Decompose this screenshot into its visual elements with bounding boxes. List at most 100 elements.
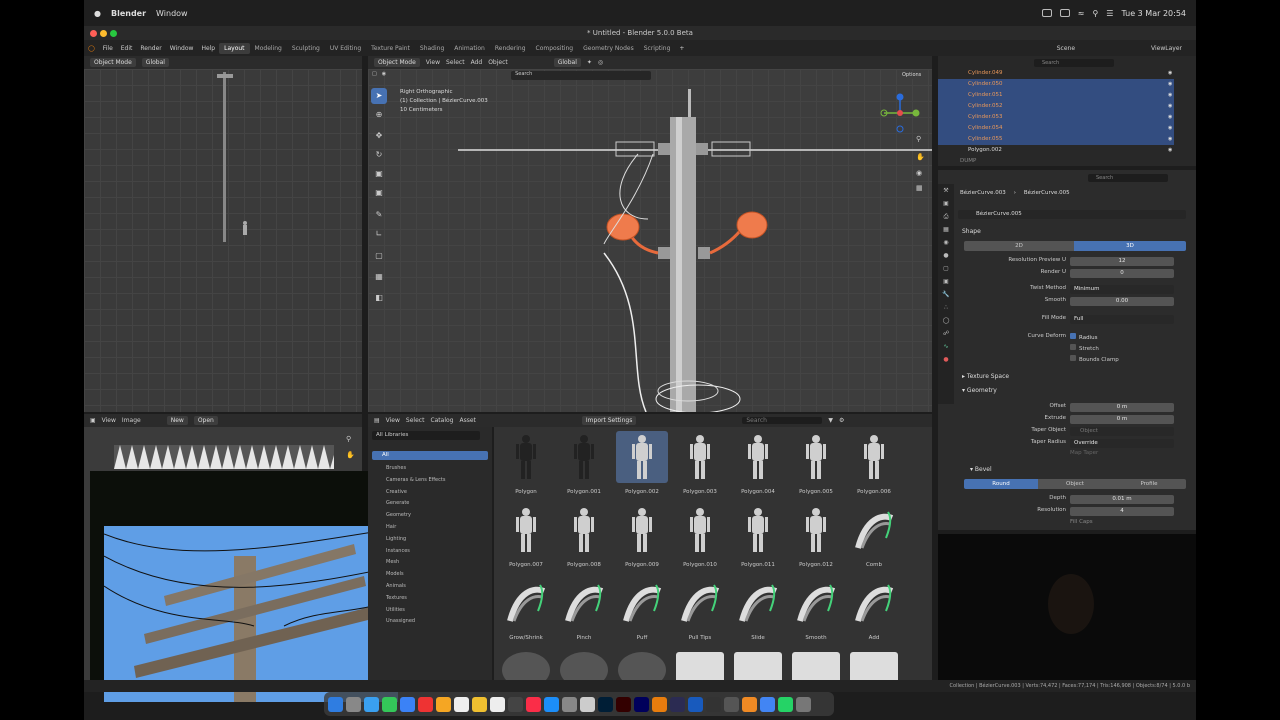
zoom-window-icon[interactable] [110,30,117,37]
left-mode-dropdown[interactable]: Object Mode [90,58,136,67]
catalog-item[interactable]: Utilities [386,605,445,617]
menu-edit[interactable]: Edit [117,45,137,52]
launchpad-icon[interactable] [346,696,361,712]
app-icon[interactable] [724,696,739,712]
viewport-menu-view[interactable]: View [426,59,440,66]
open-image-button[interactable]: Open [193,416,218,425]
image-editor-type-icon[interactable]: ▣ [90,417,96,424]
asset-item[interactable]: Polygon.011 [732,504,784,568]
collection-tab-icon[interactable]: ▢ [938,262,954,275]
viewport-menu-add[interactable]: Add [471,59,483,66]
tab-modeling[interactable]: Modeling [250,43,287,54]
mail-icon[interactable] [400,696,415,712]
asset-menu-view[interactable]: View [386,417,400,424]
calendar-icon[interactable] [454,696,469,712]
left-3d-viewport[interactable] [84,69,362,412]
eye-icon[interactable]: ◉ [1168,145,1172,156]
world-tab-icon[interactable]: ● [938,249,954,262]
catalog-item[interactable]: Lighting [386,534,445,546]
asset-item[interactable]: Smooth [790,577,842,641]
outliner-item-cylinder-051[interactable]: Cylinder.051 [938,90,1174,101]
eye-icon[interactable]: ◉ [1168,101,1172,112]
menu-file[interactable]: File [99,45,117,52]
chrome-icon[interactable] [760,696,775,712]
minimize-window-icon[interactable] [100,30,107,37]
catalog-item[interactable]: Brushes [386,463,445,475]
bounds-clamp-checkbox[interactable]: Bounds Clamp [1070,355,1119,363]
outliner-item-cylinder-055[interactable]: Cylinder.055 [938,134,1174,145]
catalog-item[interactable]: Geometry [386,510,445,522]
asset-item[interactable]: Polygon.010 [674,504,726,568]
outliner-item-cylinder-052[interactable]: Cylinder.052 [938,101,1174,112]
outliner-item-cylinder-054[interactable]: Cylinder.054 [938,123,1174,134]
physics-tab-icon[interactable]: ◯ [938,314,954,327]
asset-item[interactable]: Polygon.004 [732,431,784,495]
material-tab-icon[interactable]: ● [938,353,954,366]
orientation-dropdown[interactable]: Global [553,58,581,67]
fill-caps-checkbox[interactable]: Fill Caps [1070,519,1093,525]
viewport-menu-object[interactable]: Object [488,59,508,66]
render-tab-icon[interactable]: ▣ [938,197,954,210]
photoshop-icon[interactable] [598,696,613,712]
bevel-panel-header[interactable]: ▾ Bevel [970,466,992,473]
extrude-field[interactable]: 0 m [1070,415,1174,424]
outliner-item-cylinder-050[interactable]: Cylinder.050 [938,79,1174,90]
asset-item[interactable]: Polygon.003 [674,431,726,495]
outliner-item-dump[interactable]: DUMP [938,156,1174,167]
scene-tab-icon[interactable]: ◉ [938,236,954,249]
offset-field[interactable]: 0 m [1070,403,1174,412]
filter-icon[interactable]: ▼ [828,417,833,424]
snap-icon[interactable]: ✦ [587,59,592,66]
asset-item[interactable]: Pull Tips [674,577,726,641]
output-tab-icon[interactable]: ⎙ [938,210,954,223]
add-workspace-icon[interactable]: + [675,45,688,52]
catalog-item[interactable]: Models [386,569,445,581]
scene-selector[interactable]: Scene [1049,45,1083,52]
asset-item[interactable]: Puff [616,577,668,641]
dimension-2d-toggle[interactable]: 2D [964,241,1074,251]
object-tab-icon[interactable]: ▣ [938,275,954,288]
viewlayer-selector[interactable]: ViewLayer [1143,45,1196,52]
outliner-item-cylinder-053[interactable]: Cylinder.053 [938,112,1174,123]
asset-item[interactable]: Comb [848,504,900,568]
catalog-item[interactable]: Unassigned [386,616,445,628]
tool-tab-icon[interactable]: ⚒ [938,184,954,197]
reminders-icon[interactable] [490,696,505,712]
image-menu-view[interactable]: View [102,417,116,424]
bevel-resolution-field[interactable]: 4 [1070,507,1174,516]
twist-method-dropdown[interactable]: Minimum [1070,285,1174,294]
app-icon[interactable] [580,696,595,712]
catalog-item[interactable]: Hair [386,522,445,534]
catalog-item[interactable]: Instances [386,546,445,558]
word-icon[interactable] [688,696,703,712]
asset-item[interactable]: Grow/Shrink [500,577,552,641]
screen-record-icon[interactable] [1041,9,1052,17]
asset-item[interactable]: Polygon.009 [616,504,668,568]
properties-search[interactable]: Search [1088,174,1168,182]
close-window-icon[interactable] [90,30,97,37]
tab-texture-paint[interactable]: Texture Paint [366,43,415,54]
asset-menu-asset[interactable]: Asset [459,417,475,424]
geometry-panel-header[interactable]: ▾ Geometry [962,387,997,394]
notes-icon[interactable] [472,696,487,712]
vlc-icon[interactable] [742,696,757,712]
eye-icon[interactable]: ◉ [1168,112,1172,123]
tab-shading[interactable]: Shading [415,43,449,54]
mac-clock[interactable]: Tue 3 Mar 20:54 [1121,9,1186,18]
asset-item[interactable]: Polygon.005 [790,431,842,495]
display-icon[interactable] [1059,9,1070,17]
asset-item[interactable]: Slide [732,577,784,641]
resolution-preview-u-field[interactable]: 12 [1070,257,1174,266]
curve-data-tab-icon[interactable]: ∿ [938,340,954,353]
asset-menu-catalog[interactable]: Catalog [430,417,453,424]
tab-animation[interactable]: Animation [449,43,490,54]
tab-scripting[interactable]: Scripting [639,43,676,54]
main-3d-viewport[interactable]: □ ◉ Search Options Right Orthographic (1… [368,69,932,412]
image-zoom-icon[interactable]: ⚲ [346,435,351,443]
control-center-icon[interactable]: ☰ [1106,9,1113,18]
eye-icon[interactable]: ◉ [1168,79,1172,90]
aftereffects-icon[interactable] [634,696,649,712]
map-taper-checkbox[interactable]: Map Taper [1070,450,1098,456]
asset-item[interactable]: Polygon.001 [558,431,610,495]
outliner-item-cylinder-049[interactable]: Cylinder.049 [938,68,1174,79]
